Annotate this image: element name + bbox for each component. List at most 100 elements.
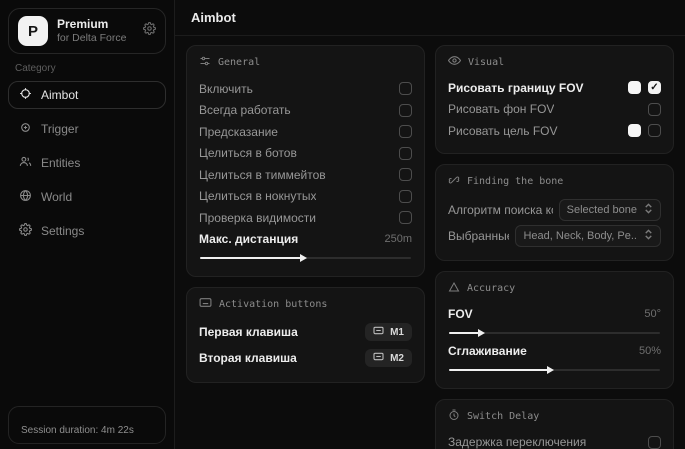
sidebar-item-label: Settings (41, 224, 84, 238)
sidebar-nav: Aimbot Trigger Entities World (0, 81, 174, 245)
sidebar-item-label: World (41, 190, 72, 204)
brand-name: Premium (57, 17, 134, 32)
checkbox-always-work[interactable] (399, 104, 412, 117)
checkbox-target-knocked[interactable] (399, 190, 412, 203)
chevron-up-down-icon (644, 229, 653, 243)
gear-icon[interactable] (143, 22, 156, 40)
keybind-value: M1 (390, 327, 404, 338)
visual-row: Рисовать границу FOV ✓ (448, 77, 661, 99)
toggle-row: Целиться в нокнутых (199, 186, 412, 208)
max-distance-slider[interactable] (200, 257, 411, 259)
toggle-label: Целиться в нокнутых (199, 189, 316, 203)
content: General Включить Всегда работать Предска… (175, 36, 685, 449)
main-panel: Aimbot General Включить (175, 0, 685, 449)
sidebar-item-entities[interactable]: Entities (8, 149, 166, 177)
session-duration: Session duration: 4m 22s (8, 406, 166, 444)
color-swatch[interactable] (628, 124, 641, 137)
sidebar-item-label: Aimbot (41, 88, 78, 102)
toggle-row: Задержка переключения (448, 432, 661, 449)
visual-label: Рисовать фон FOV (448, 102, 554, 116)
bone-algorithm-select[interactable]: Selected bone (559, 199, 661, 221)
selected-bones-value: Head, Neck, Body, Pe.. (523, 230, 637, 242)
crosshair-icon (19, 87, 32, 103)
selected-bones-select[interactable]: Head, Neck, Body, Pe.. (515, 225, 661, 247)
checkbox-enable[interactable] (399, 82, 412, 95)
eye-icon (448, 55, 461, 69)
checkbox-visibility-check[interactable] (399, 211, 412, 224)
bones-card: Finding the bone Алгоритм поиска костей … (435, 164, 674, 261)
checkbox-switch-delay[interactable] (648, 436, 661, 449)
keybind-row: Вторая клавиша M2 (199, 345, 412, 371)
toggle-row: Проверка видимости (199, 207, 412, 229)
brand-logo: P (18, 16, 48, 46)
visual-card: Visual Рисовать границу FOV ✓ Рисовать ф… (435, 45, 674, 154)
slider-label: FOV (448, 307, 473, 321)
keybind-m1-button[interactable]: M1 (365, 323, 412, 341)
keyboard-icon (199, 297, 212, 311)
left-column: General Включить Всегда работать Предска… (186, 45, 425, 440)
brand-text: Premium for Delta Force (57, 17, 134, 45)
bone-select-row: Алгоритм поиска костей Selected bone (448, 197, 661, 223)
crosshair-plus-icon (19, 121, 32, 137)
accuracy-card: Accuracy FOV 50° Сглаживание 50% (435, 271, 674, 389)
bone-select-label: Выбранные кости (448, 229, 509, 243)
bones-card-title-text: Finding the bone (467, 176, 563, 187)
sliders-icon (199, 55, 211, 70)
globe-icon (19, 189, 32, 205)
toggle-row: Целиться в тиммейтов (199, 164, 412, 186)
switch-delay-card-title-text: Switch Delay (467, 411, 539, 422)
checkbox-draw-fov-target[interactable] (648, 124, 661, 137)
keybind-m2-button[interactable]: M2 (365, 349, 412, 367)
checkbox-target-teammates[interactable] (399, 168, 412, 181)
smoothing-slider[interactable] (449, 369, 660, 371)
checkbox-target-bots[interactable] (399, 147, 412, 160)
brand-subtitle: for Delta Force (57, 32, 134, 45)
slider-fill (200, 257, 301, 259)
toggle-row: Всегда работать (199, 100, 412, 122)
accuracy-card-title: Accuracy (448, 281, 661, 296)
fov-slider[interactable] (449, 332, 660, 334)
slider-label: Макс. дистанция (199, 232, 298, 246)
general-card: General Включить Всегда работать Предска… (186, 45, 425, 277)
sidebar-item-aimbot[interactable]: Aimbot (8, 81, 166, 109)
bone-select-label: Алгоритм поиска костей (448, 203, 553, 217)
sidebar-item-settings[interactable]: Settings (8, 217, 166, 245)
right-column: Visual Рисовать границу FOV ✓ Рисовать ф… (435, 45, 674, 440)
visual-label: Рисовать цель FOV (448, 124, 558, 138)
toggle-row: Включить (199, 78, 412, 100)
accuracy-card-title-text: Accuracy (467, 283, 515, 294)
keybind-label: Вторая клавиша (199, 351, 297, 365)
category-label: Category (15, 63, 159, 74)
activation-card-title-text: Activation buttons (219, 299, 327, 310)
bone-algorithm-value: Selected bone (567, 204, 637, 216)
slider-fill (449, 332, 479, 334)
sidebar-item-label: Entities (41, 156, 80, 170)
checkbox-prediction[interactable] (399, 125, 412, 138)
color-swatch[interactable] (628, 81, 641, 94)
toggle-label: Предсказание (199, 125, 278, 139)
slider-fill (449, 369, 548, 371)
sidebar-item-world[interactable]: World (8, 183, 166, 211)
bone-select-row: Выбранные кости Head, Neck, Body, Pe.. (448, 223, 661, 249)
users-icon (19, 155, 32, 171)
page-title: Aimbot (175, 0, 685, 36)
switch-delay-card-title: Switch Delay (448, 409, 661, 424)
sidebar-item-trigger[interactable]: Trigger (8, 115, 166, 143)
sidebar: P Premium for Delta Force Category Aimbo… (0, 0, 175, 449)
toggle-label: Целиться в тиммейтов (199, 168, 326, 182)
slider-row: Сглаживание 50% (448, 340, 661, 362)
toggle-label: Целиться в ботов (199, 146, 297, 160)
clock-icon (448, 409, 460, 424)
gear-icon (19, 223, 32, 239)
slider-value: 50% (639, 345, 661, 357)
keybind-value: M2 (390, 353, 404, 364)
visual-row: Рисовать цель FOV (448, 120, 661, 142)
activation-card: Activation buttons Первая клавиша M1 Вто… (186, 287, 425, 383)
activation-card-title: Activation buttons (199, 297, 412, 311)
bones-card-title: Finding the bone (448, 174, 661, 189)
checkbox-draw-fov-border[interactable]: ✓ (648, 81, 661, 94)
keybind-row: Первая клавиша M1 (199, 319, 412, 345)
visual-card-title-text: Visual (468, 57, 504, 68)
chevron-up-down-icon (644, 203, 653, 217)
checkbox-draw-fov-background[interactable] (648, 103, 661, 116)
